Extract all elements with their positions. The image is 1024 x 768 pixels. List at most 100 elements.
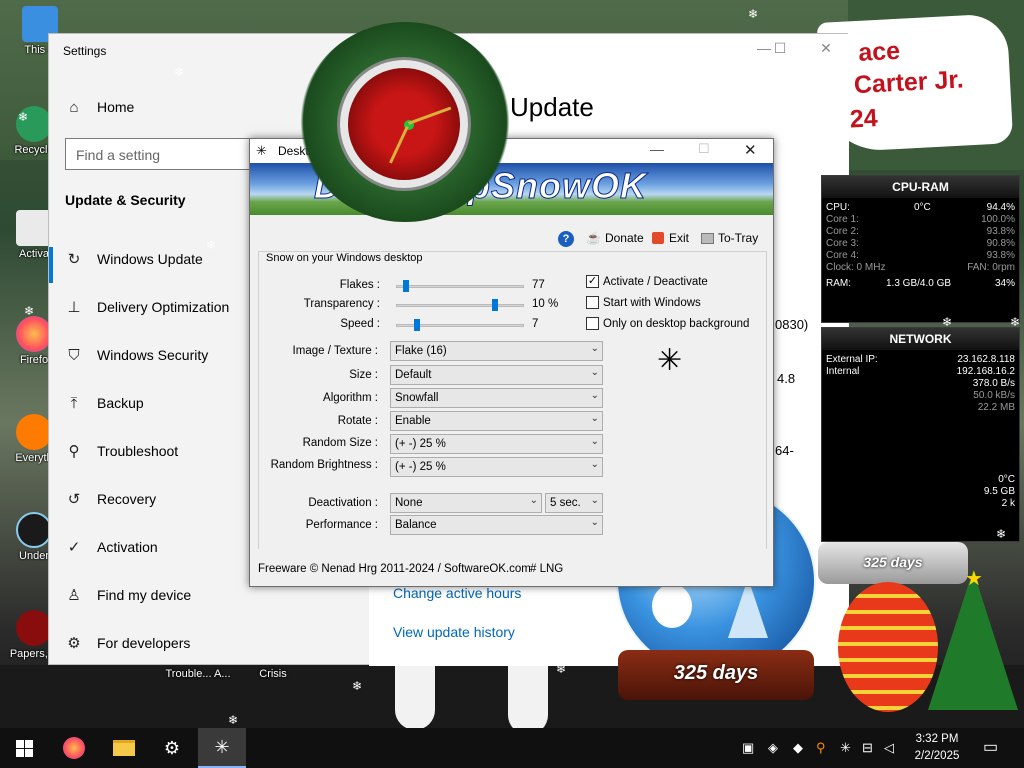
dropdown-value: Enable (395, 415, 431, 427)
rotate-dropdown[interactable]: Enable ⌄ (390, 411, 603, 431)
language-link[interactable]: # LNG (530, 563, 563, 575)
maximize-button[interactable]: ☐ (765, 40, 795, 57)
deactivation-dropdown[interactable]: None ⌄ (390, 493, 542, 513)
flakes-slider[interactable] (396, 280, 524, 292)
net-value: 50.0 kB/s (973, 390, 1015, 401)
tray-drop-icon[interactable]: ◆ (793, 740, 803, 756)
transparency-slider[interactable] (396, 299, 524, 311)
desktop-label-trouble[interactable]: Trouble... A... (158, 668, 238, 680)
tray-app-icon[interactable]: ▣ (742, 740, 754, 756)
tray-volume-icon[interactable]: ◁ (884, 740, 894, 756)
slider-thumb[interactable] (414, 319, 421, 331)
taskbar-clock[interactable]: 3:32 PM 2/2/2025 (905, 731, 969, 765)
core-label: Core 2: (826, 226, 859, 237)
random-brightness-label: Random Brightness : (270, 459, 378, 471)
to-tray-button[interactable]: To-Tray (701, 231, 758, 245)
road-stripe (395, 660, 435, 730)
tray-snowflake-icon[interactable]: ✳ (840, 740, 851, 756)
slider-thumb[interactable] (492, 299, 499, 311)
close-button[interactable]: ✕ (811, 40, 841, 57)
papers-please-icon (16, 610, 52, 646)
core-label: Core 1: (826, 214, 859, 225)
start-button[interactable] (0, 728, 48, 768)
checkbox-box[interactable] (586, 296, 599, 309)
exit-button[interactable]: Exit (652, 231, 689, 245)
snowflake-icon: ✳ (214, 736, 230, 757)
tray-search-icon[interactable]: ⚲ (816, 740, 826, 756)
nav-home-label: Home (97, 99, 135, 115)
algorithm-dropdown[interactable]: Snowfall ⌄ (390, 388, 603, 408)
net-row: 2 k (822, 498, 1019, 510)
check-circle-icon: ✓ (67, 539, 81, 556)
backup-arrow-icon: ⤒ (70, 394, 78, 412)
checkbox-box[interactable]: ✓ (586, 275, 599, 288)
activate-checkbox[interactable]: ✓ Activate / Deactivate (586, 275, 708, 288)
image-texture-dropdown[interactable]: Flake (16) ⌄ (390, 341, 603, 361)
tray-network-icon[interactable]: ⊟ (862, 740, 873, 756)
checkbox-label: Only on desktop background (603, 317, 750, 330)
recovery-icon: ↺ (67, 491, 81, 508)
sidebar-item-label: Windows Update (97, 251, 203, 267)
chevron-down-icon: ⌄ (590, 436, 599, 447)
desktop-label-crisis[interactable]: Crisis (248, 668, 298, 680)
change-active-hours-link[interactable]: Change active hours (393, 585, 521, 601)
taskbar-firefox[interactable] (50, 728, 98, 768)
help-button[interactable]: ? (558, 231, 574, 247)
random-brightness-dropdown[interactable]: (+ -) 25 % ⌄ (390, 457, 603, 477)
desktop-background-checkbox[interactable]: Only on desktop background (586, 317, 749, 330)
gear-icon: ⚙ (163, 737, 181, 758)
core-value: 93.8% (986, 226, 1015, 237)
globe-days-label: 325 days (673, 662, 759, 684)
speed-slider[interactable] (396, 319, 524, 331)
cpu-ram-gadget: CPU-RAM CPU: 0°C 94.4% Core 1: 100.0% Cor… (821, 175, 1020, 323)
donate-button[interactable]: ☕ Donate (586, 231, 644, 245)
random-size-dropdown[interactable]: (+ -) 25 % ⌄ (390, 434, 603, 454)
snowflake-icon: ❄ (18, 110, 29, 124)
dsnow-minimize-button[interactable]: — (650, 141, 664, 157)
refresh-icon: ↻ (67, 251, 81, 268)
slider-thumb[interactable] (403, 280, 410, 292)
view-update-history-link[interactable]: View update history (393, 624, 515, 640)
dsnow-maximize-button[interactable]: ☐ (698, 141, 710, 157)
core-row: Core 4: 93.8% (822, 250, 1019, 262)
footer-copyright[interactable]: Freeware © Nenad Hrg 2011-2024 / Softwar… (258, 563, 531, 575)
desktop-icon-label: Firefo (19, 354, 49, 366)
image-texture-label: Image / Texture : (292, 345, 378, 357)
cpu-row: CPU: 0°C 94.4% (822, 202, 1019, 214)
notification-icon[interactable]: ▭ (983, 737, 998, 757)
net-row: 9.5 GB (822, 486, 1019, 498)
gadget-title: NETWORK (822, 328, 1019, 350)
taskbar-file-explorer[interactable] (100, 728, 148, 768)
road-stripe (508, 665, 548, 735)
sidebar-item-label: For developers (97, 635, 191, 651)
snowflake-icon: ❄ (228, 713, 239, 727)
core-value: 100.0% (981, 214, 1015, 225)
size-dropdown[interactable]: Default ⌄ (390, 365, 603, 385)
sidebar-item-label: Backup (97, 395, 144, 411)
dropdown-value: (+ -) 25 % (395, 461, 446, 473)
performance-dropdown[interactable]: Balance ⌄ (390, 515, 603, 535)
shield-icon: ⛉ (68, 346, 80, 364)
taskbar-settings[interactable]: ⚙ (148, 728, 196, 768)
core-row: Core 2: 93.8% (822, 226, 1019, 238)
page-title: Update (510, 92, 594, 122)
taskbar-desktopsnowok[interactable]: ✳ (198, 728, 246, 768)
snowflake-icon: ❄ (174, 65, 185, 79)
sidebar-item-label: Activation (97, 539, 158, 555)
ram-usage: 1.3 GB/4.0 GB (886, 278, 952, 289)
start-with-windows-checkbox[interactable]: Start with Windows (586, 296, 701, 309)
dsnow-close-button[interactable]: ✕ (744, 141, 757, 159)
sidebar-item-for-developers[interactable]: ⚙ For developers (65, 623, 365, 663)
snowflake-icon: ❄ (556, 662, 567, 676)
snowflake-icon: ❄ (883, 19, 894, 33)
partial-text: 64- (775, 443, 794, 458)
clock-date: 2/2/2025 (914, 750, 960, 762)
tray-app-icon[interactable]: ◈ (768, 740, 778, 756)
deactivation-time-dropdown[interactable]: 5 sec. ⌄ (545, 493, 603, 513)
dropdown-value: None (395, 497, 423, 509)
speed-value: 7 (532, 318, 539, 330)
checkbox-box[interactable] (586, 317, 599, 330)
desktop-icon-label: Activa (19, 248, 49, 260)
tree-icon (728, 578, 768, 638)
desktop-icon-label: Under (19, 550, 49, 562)
